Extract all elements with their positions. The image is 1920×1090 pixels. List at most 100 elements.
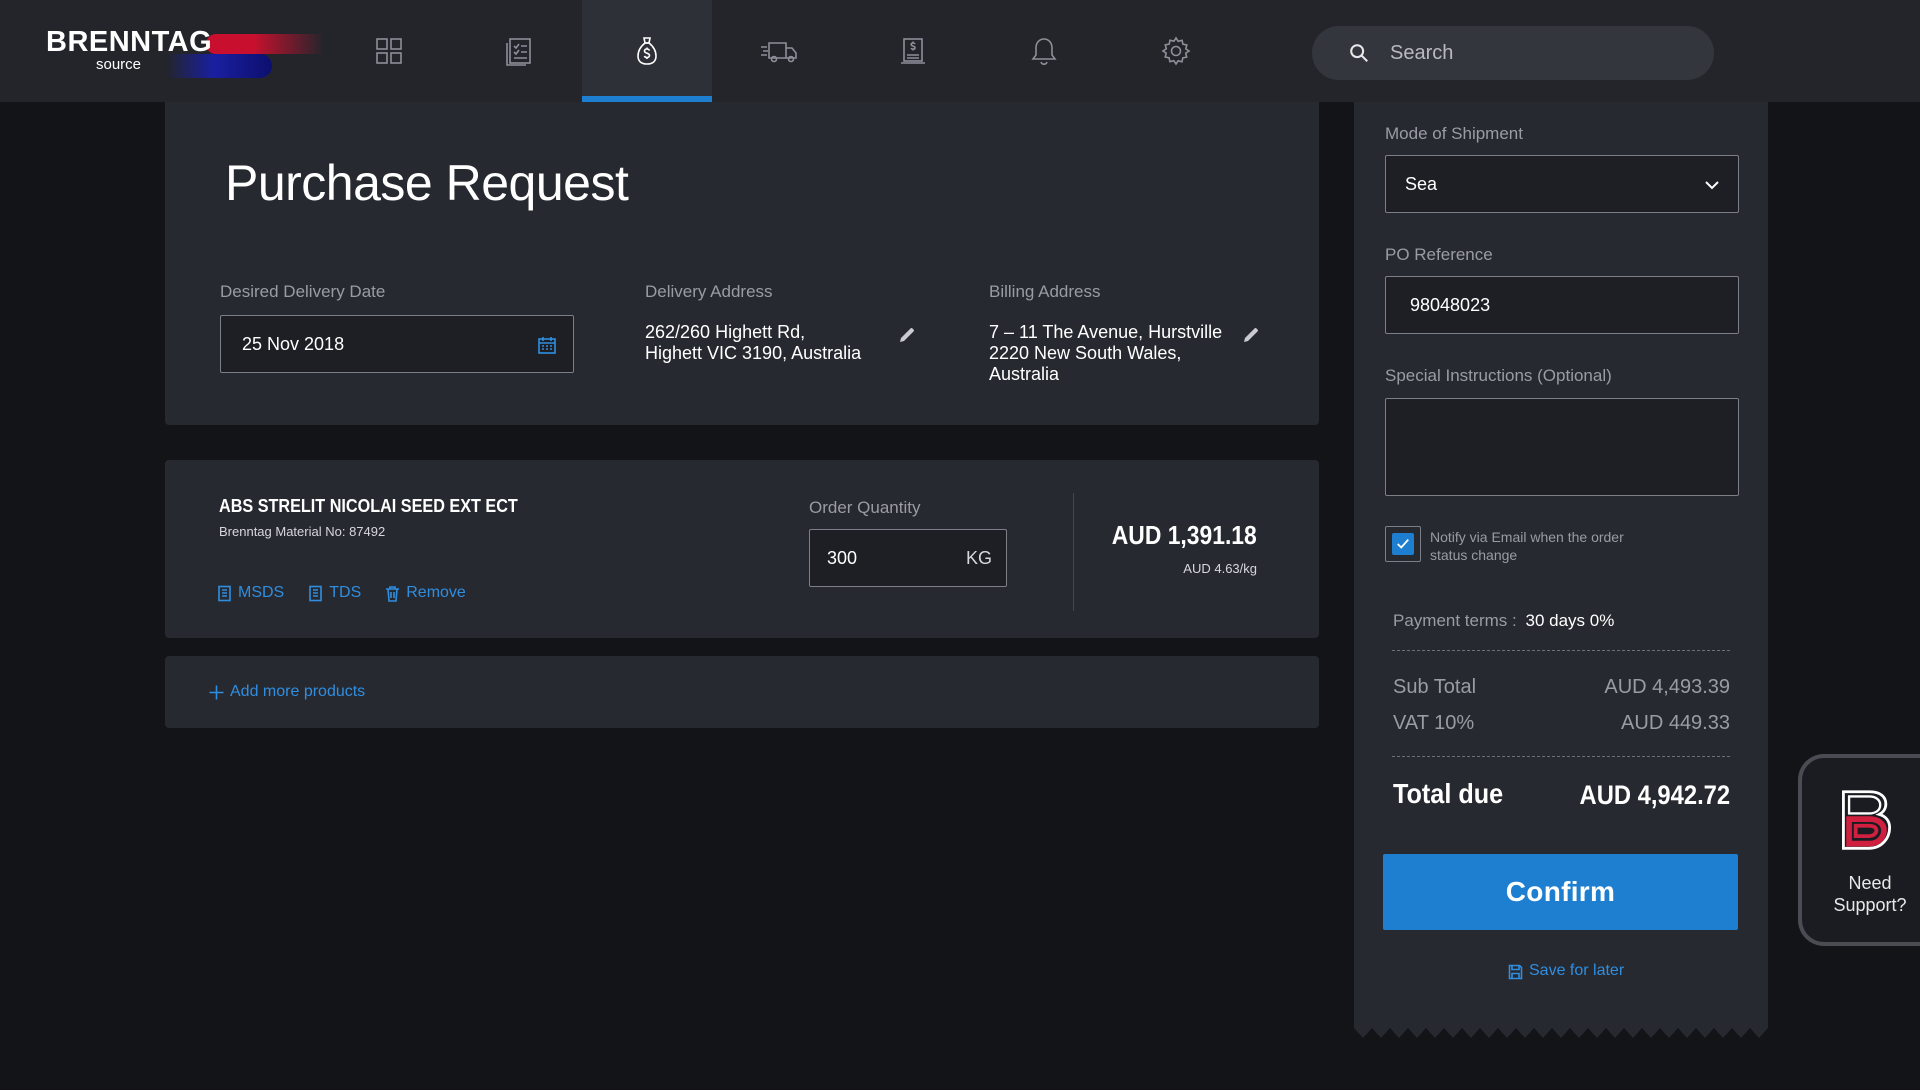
- order-quantity-label: Order Quantity: [809, 498, 921, 517]
- nav-delivery[interactable]: [714, 0, 844, 102]
- msds-label: MSDS: [238, 584, 285, 601]
- subtotal-label: Sub Total: [1393, 676, 1477, 698]
- material-number-value: 87492: [349, 524, 386, 539]
- add-more-products-button[interactable]: Add more products: [209, 683, 365, 701]
- unit-price: AUD 4.63/kg: [1183, 561, 1257, 576]
- subtotal-value: AUD 4,493.39: [1604, 676, 1730, 698]
- quantity-unit: KG: [965, 548, 992, 568]
- checkbox-fill: [1392, 533, 1414, 555]
- nav-dashboard[interactable]: [324, 0, 454, 102]
- bell-icon: [1031, 38, 1057, 66]
- special-instructions-label: Special Instructions (Optional): [1385, 366, 1612, 385]
- need-support-label: Need Support?: [1802, 872, 1920, 916]
- pencil-icon: [900, 328, 914, 342]
- brenntag-b-icon: [1842, 790, 1892, 850]
- edit-billing-address-button[interactable]: [1242, 326, 1260, 349]
- chevron-down-icon: [1705, 181, 1719, 190]
- line-total-price: AUD 1,391.18: [1112, 520, 1257, 550]
- tds-label: TDS: [329, 584, 362, 601]
- payment-terms: Payment terms : 30 days 0%: [1393, 611, 1614, 631]
- billing-address-line: Australia: [989, 364, 1060, 384]
- po-reference-value: 98048023: [1410, 295, 1491, 315]
- billing-address-label: Billing Address: [989, 282, 1101, 301]
- need-support-line: Support?: [1833, 895, 1907, 915]
- calendar-icon[interactable]: [537, 335, 557, 355]
- order-summary-panel: Mode of Shipment Sea PO Reference 980480…: [1354, 102, 1768, 1027]
- po-reference-field[interactable]: 98048023: [1385, 276, 1739, 334]
- save-for-later-button[interactable]: Save for later: [1508, 962, 1624, 980]
- remove-label: Remove: [406, 584, 466, 601]
- search-icon: [1350, 44, 1368, 62]
- brenntag-logo[interactable]: BRENNTAG source: [46, 24, 324, 84]
- notify-label-line: Notify via Email when the order: [1430, 529, 1624, 545]
- receipt-torn-edge: [1354, 1024, 1768, 1038]
- special-instructions-textarea[interactable]: [1385, 398, 1739, 496]
- billing-address-line: 2220 New South Wales,: [989, 343, 1182, 363]
- payment-terms-value: 30 days 0%: [1525, 611, 1615, 630]
- order-quantity-field[interactable]: 300 KG: [809, 529, 1007, 587]
- vat-value: AUD 449.33: [1621, 712, 1730, 734]
- delivery-date-field[interactable]: 25 Nov 2018: [220, 315, 574, 373]
- billing-address-line: 7 – 11 The Avenue, Hurstville: [989, 322, 1223, 342]
- confirm-button[interactable]: Confirm: [1383, 854, 1738, 930]
- total-due-value: AUD 4,942.72: [1579, 780, 1730, 810]
- shipment-mode-label: Mode of Shipment: [1385, 124, 1523, 143]
- purchase-request-card: Purchase Request Desired Delivery Date 2…: [165, 102, 1319, 425]
- delivery-date-label: Desired Delivery Date: [220, 282, 386, 301]
- shipment-mode-select[interactable]: Sea: [1385, 155, 1739, 213]
- vat-label: VAT 10%: [1393, 712, 1475, 734]
- tds-link[interactable]: TDS: [308, 584, 361, 602]
- pencil-icon: [1244, 328, 1258, 342]
- product-name: ABS STRELIT NICOLAI SEED EXT ECT: [219, 496, 518, 516]
- trash-icon: [386, 585, 400, 602]
- summary-divider: [1392, 756, 1730, 757]
- remove-product-link[interactable]: Remove: [385, 584, 466, 602]
- search-bar[interactable]: [1312, 26, 1714, 80]
- notify-label-line: status change: [1430, 547, 1518, 563]
- search-input[interactable]: [1390, 41, 1690, 65]
- order-quantity-value: 300: [827, 548, 858, 568]
- total-due-label: Total due: [1393, 778, 1504, 809]
- gear-icon: [1161, 36, 1191, 66]
- need-support-button[interactable]: Need Support?: [1798, 754, 1920, 946]
- product-line-card: ABS STRELIT NICOLAI SEED EXT ECT Brennta…: [165, 460, 1319, 638]
- delivery-address-line: Highett VIC 3190, Australia: [645, 343, 862, 363]
- billing-address: 7 – 11 The Avenue, Hurstville 2220 New S…: [989, 322, 1222, 385]
- save-for-later-label: Save for later: [1529, 962, 1625, 979]
- document-icon: [309, 585, 323, 601]
- vat-row: VAT 10% AUD 449.33: [1393, 712, 1730, 735]
- msds-link[interactable]: MSDS: [217, 584, 284, 602]
- edit-delivery-address-button[interactable]: [898, 326, 916, 349]
- notify-checkbox[interactable]: [1385, 526, 1421, 562]
- add-more-products-card: Add more products: [165, 656, 1319, 728]
- dashboard-icon: [376, 38, 402, 64]
- product-links: MSDS TDS Remove: [217, 584, 466, 602]
- nav-notifications[interactable]: [979, 0, 1109, 102]
- check-icon: [1397, 539, 1409, 549]
- delivery-address-label: Delivery Address: [645, 282, 773, 301]
- material-number: Brenntag Material No: 87492: [219, 524, 385, 539]
- payment-terms-label: Payment terms :: [1393, 611, 1517, 630]
- nav-orders[interactable]: [454, 0, 584, 102]
- top-navigation-bar: BRENNTAG source: [0, 0, 1920, 102]
- delivery-address: 262/260 Highett Rd, Highett VIC 3190, Au…: [645, 322, 861, 364]
- logo-red-swoosh: [206, 34, 324, 54]
- nav-purchase[interactable]: [582, 0, 712, 102]
- save-icon: [1508, 964, 1523, 979]
- logo-subtitle: source: [96, 56, 142, 73]
- orders-checklist-icon: [506, 38, 531, 66]
- nav-settings[interactable]: [1111, 0, 1241, 102]
- delivery-truck-icon: [761, 42, 797, 63]
- subtotal-row: Sub Total AUD 4,493.39: [1393, 676, 1730, 699]
- logo-wordmark: BRENNTAG: [46, 26, 213, 58]
- document-icon: [218, 585, 231, 601]
- plus-icon: [209, 685, 224, 699]
- purchase-tag-icon: [637, 37, 657, 65]
- divider: [1073, 493, 1074, 611]
- nav-invoices[interactable]: [848, 0, 978, 102]
- delivery-date-value: 25 Nov 2018: [242, 334, 345, 354]
- delivery-address-line: 262/260 Highett Rd,: [645, 322, 806, 342]
- notify-label: Notify via Email when the order status c…: [1430, 528, 1624, 564]
- add-more-products-label: Add more products: [230, 683, 366, 700]
- invoice-icon: [901, 38, 925, 64]
